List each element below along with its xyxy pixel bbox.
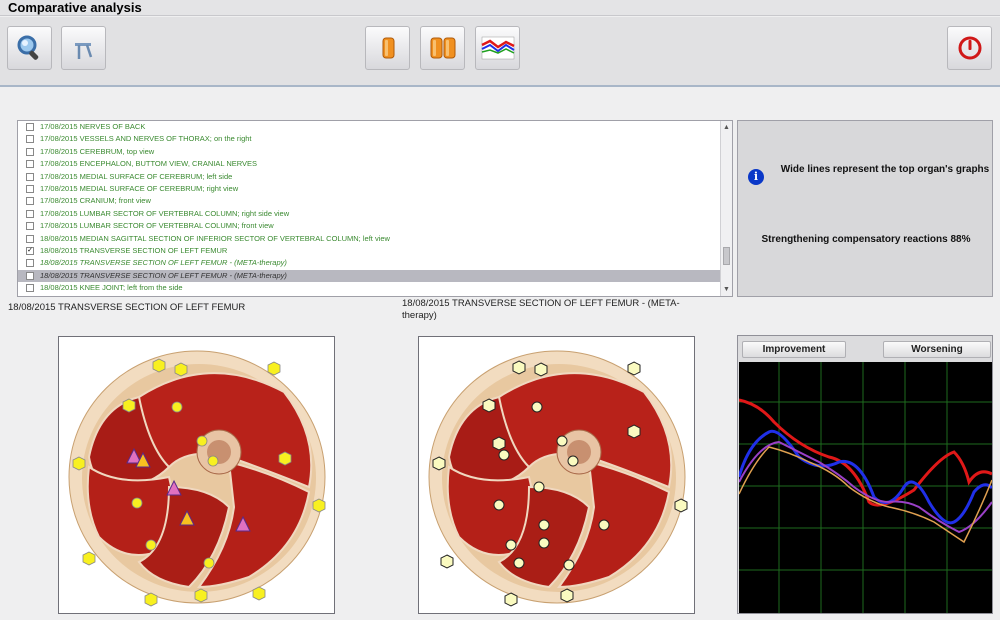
- list-item-label: 17/08/2015 CEREBRUM, top view: [40, 147, 154, 156]
- toolbar: [0, 17, 1000, 87]
- power-icon: [955, 33, 985, 63]
- graph-grid: [739, 362, 992, 613]
- list-item-label: 17/08/2015 LUMBAR SECTOR OF VERTEBRAL CO…: [40, 209, 289, 218]
- checkbox[interactable]: [26, 284, 34, 292]
- info-icon: i: [748, 169, 764, 185]
- list-item[interactable]: 17/08/2015 MEDIAL SURFACE OF CEREBRUM; l…: [18, 171, 732, 183]
- tools-icon: [69, 33, 99, 63]
- list-item[interactable]: 17/08/2015 ENCEPHALON, BUTTOM VIEW, CRAN…: [18, 158, 732, 170]
- checkbox[interactable]: [26, 148, 34, 156]
- checkbox[interactable]: [26, 235, 34, 243]
- list-item-label: 17/08/2015 VESSELS AND NERVES OF THORAX;…: [40, 134, 252, 143]
- double-organ-button[interactable]: [420, 26, 465, 70]
- checkbox[interactable]: [26, 160, 34, 168]
- femur-section-before: [59, 337, 336, 615]
- checkbox[interactable]: [26, 210, 34, 218]
- list-item-label: 17/08/2015 MEDIAL SURFACE OF CEREBRUM; r…: [40, 184, 238, 193]
- list-item-label: 17/08/2015 ENCEPHALON, BUTTOM VIEW, CRAN…: [40, 159, 257, 168]
- checkbox[interactable]: [26, 259, 34, 267]
- checkbox[interactable]: [26, 135, 34, 143]
- list-item-label: 18/08/2015 TRANSVERSE SECTION OF LEFT FE…: [40, 246, 227, 255]
- double-organ-icon: [428, 33, 458, 63]
- comparison-graph-panel: Improvement Worsening: [737, 335, 993, 614]
- search-icon: [15, 33, 45, 63]
- organ-image-after[interactable]: [418, 336, 695, 614]
- list-item-label: 17/08/2015 CRANIUM; front view: [40, 196, 151, 205]
- info-text-lines: Wide lines represent the top organ's gra…: [778, 163, 992, 177]
- improvement-button[interactable]: Improvement: [742, 341, 846, 358]
- tools-button[interactable]: [61, 26, 106, 70]
- checkbox[interactable]: [26, 185, 34, 193]
- list-item[interactable]: 17/08/2015 LUMBAR SECTOR OF VERTEBRAL CO…: [18, 220, 732, 232]
- graph-svg: [739, 362, 992, 613]
- list-item[interactable]: 18/08/2015 TRANSVERSE SECTION OF LEFT FE…: [18, 270, 732, 282]
- checkbox[interactable]: [26, 222, 34, 230]
- checkbox[interactable]: [26, 173, 34, 181]
- caption-right: 18/08/2015 TRANSVERSE SECTION OF LEFT FE…: [402, 298, 712, 322]
- checkbox[interactable]: [26, 123, 34, 131]
- list-item-label: 18/08/2015 TRANSVERSE SECTION OF LEFT FE…: [40, 258, 287, 267]
- red-line: [739, 400, 992, 505]
- list-item[interactable]: 17/08/2015 NERVES OF BACK: [18, 121, 732, 133]
- organ-image-before[interactable]: [58, 336, 335, 614]
- list-item[interactable]: 18/08/2015 TRANSVERSE SECTION OF LEFT FE…: [18, 257, 732, 269]
- search-button[interactable]: [7, 26, 52, 70]
- info-panel: i Wide lines represent the top organ's g…: [737, 120, 993, 297]
- purple-line: [739, 442, 992, 532]
- checkbox[interactable]: ✓: [26, 247, 34, 255]
- list-item-label: 17/08/2015 MEDIAL SURFACE OF CEREBRUM; l…: [40, 172, 232, 181]
- list-item-label: 17/08/2015 NERVES OF BACK: [40, 122, 145, 131]
- list-item[interactable]: 18/08/2015 KNEE JOINT; left from the sid…: [18, 282, 732, 294]
- graph-button[interactable]: [475, 26, 520, 70]
- list-item[interactable]: 17/08/2015 CEREBRUM, top view: [18, 146, 732, 158]
- scroll-down-arrow-icon[interactable]: ▼: [722, 285, 731, 294]
- graph-icon: [480, 33, 516, 63]
- list-item-label: 18/08/2015 KNEE JOINT; left from the sid…: [40, 283, 183, 292]
- list-scrollbar[interactable]: ▲ ▼: [720, 121, 732, 296]
- list-item[interactable]: 18/08/2015 MEDIAN SAGITTAL SECTION OF IN…: [18, 233, 732, 245]
- single-organ-icon: [373, 33, 403, 63]
- list-item[interactable]: 17/08/2015 CRANIUM; front view: [18, 195, 732, 207]
- checkbox[interactable]: [26, 197, 34, 205]
- worsening-button[interactable]: Worsening: [883, 341, 991, 358]
- info-text-reactions: Strengthening compensatory reactions 88%: [742, 234, 990, 245]
- list-item[interactable]: 17/08/2015 MEDIAL SURFACE OF CEREBRUM; r…: [18, 183, 732, 195]
- title-bar: Comparative analysis: [0, 0, 1000, 16]
- list-item[interactable]: 17/08/2015 VESSELS AND NERVES OF THORAX;…: [18, 133, 732, 145]
- list-item-label: 18/08/2015 MEDIAN SAGITTAL SECTION OF IN…: [40, 234, 390, 243]
- power-button[interactable]: [947, 26, 992, 70]
- list-item[interactable]: 17/08/2015 LUMBAR SECTOR OF VERTEBRAL CO…: [18, 208, 732, 220]
- femur-section-after: [419, 337, 696, 615]
- scroll-thumb[interactable]: [723, 247, 730, 265]
- list-item-label: 18/08/2015 TRANSVERSE SECTION OF LEFT FE…: [40, 271, 287, 280]
- scroll-up-arrow-icon[interactable]: ▲: [722, 123, 731, 132]
- single-organ-button[interactable]: [365, 26, 410, 70]
- caption-left: 18/08/2015 TRANSVERSE SECTION OF LEFT FE…: [8, 302, 388, 314]
- checkbox[interactable]: [26, 272, 34, 280]
- list-item[interactable]: ✓ 18/08/2015 TRANSVERSE SECTION OF LEFT F…: [18, 245, 732, 257]
- graph-plot-area: [739, 362, 992, 613]
- list-item-label: 17/08/2015 LUMBAR SECTOR OF VERTEBRAL CO…: [40, 221, 274, 230]
- blue-line: [739, 431, 992, 523]
- window-title: Comparative analysis: [8, 0, 142, 16]
- analysis-list[interactable]: 17/08/2015 NERVES OF BACK 17/08/2015 VESS…: [17, 120, 733, 297]
